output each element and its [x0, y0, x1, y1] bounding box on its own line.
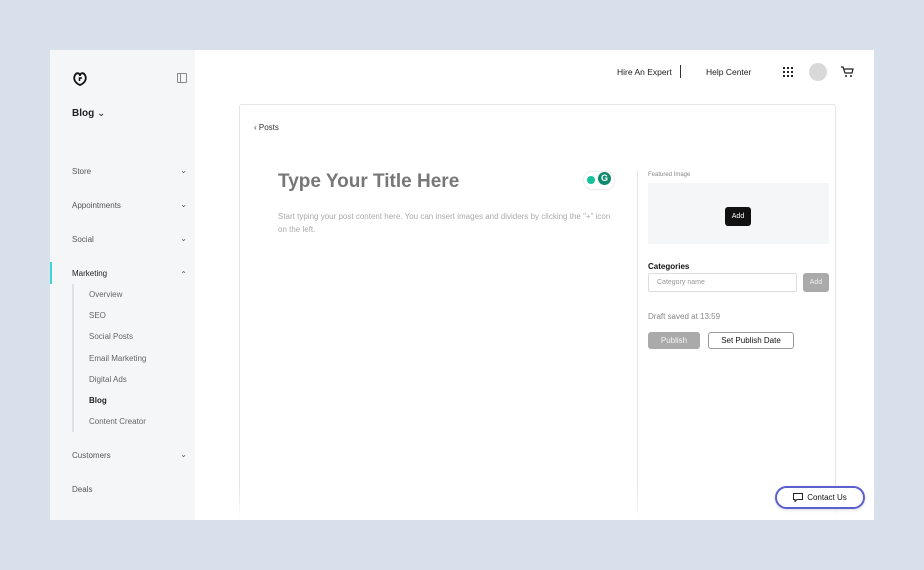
categories-label: Categories — [648, 262, 690, 271]
lightbulb-icon — [587, 176, 595, 184]
set-publish-date-button[interactable]: Set Publish Date — [708, 332, 794, 349]
sidebar-item-deals[interactable]: Deals — [72, 485, 187, 494]
label: Social — [72, 235, 94, 244]
godaddy-logo-icon[interactable] — [72, 71, 88, 87]
sidebar-item-appointments[interactable]: Appointments ⌄ — [72, 200, 187, 210]
chevron-down-icon: ⌄ — [180, 166, 187, 175]
divider — [680, 65, 681, 78]
sidebar-item-social[interactable]: Social ⌄ — [72, 234, 187, 244]
app-window: Blog ⌄ Store ⌄ Appointments ⌄ Social ⌄ Mark… — [50, 50, 874, 520]
label: Appointments — [72, 201, 121, 210]
back-to-posts-link[interactable]: ‹ Posts — [254, 123, 279, 132]
contact-us-button[interactable]: Contact Us — [775, 486, 865, 509]
sidebar-item-marketing[interactable]: Marketing ⌃ — [72, 269, 187, 279]
avatar[interactable] — [809, 63, 827, 81]
label: Contact Us — [807, 493, 847, 502]
publish-button[interactable]: Publish — [648, 332, 700, 349]
sidebar-subitem-social-posts[interactable]: Social Posts — [89, 332, 133, 341]
draft-status: Draft saved at 13:59 — [648, 312, 721, 321]
sidebar-subitem-content-creator[interactable]: Content Creator — [89, 417, 146, 426]
collapse-sidebar-icon[interactable] — [177, 73, 187, 83]
label: Store — [72, 167, 92, 176]
bottom-fade — [195, 490, 874, 520]
sidebar-item-customers[interactable]: Customers ⌄ — [72, 450, 187, 460]
grammarly-widget[interactable]: G — [584, 172, 614, 189]
title-input[interactable]: Type Your Title Here — [278, 171, 459, 193]
category-input[interactable]: Category name — [648, 273, 797, 292]
sidebar-subitem-digital-ads[interactable]: Digital Ads — [89, 375, 127, 384]
hire-expert-link[interactable]: Hire An Expert — [617, 67, 672, 77]
chat-icon — [793, 493, 804, 502]
chevron-down-icon: ⌄ — [180, 450, 187, 459]
featured-image-label: Featured Image — [648, 172, 691, 178]
grammarly-icon: G — [598, 172, 611, 185]
cart-icon[interactable] — [841, 66, 854, 78]
site-name: Blog — [72, 108, 95, 119]
sidebar-subitem-overview[interactable]: Overview — [89, 290, 122, 299]
chevron-down-icon: ⌄ — [180, 234, 187, 243]
site-selector[interactable]: Blog ⌄ — [72, 108, 105, 119]
label: Customers — [72, 451, 111, 460]
label: Deals — [72, 485, 93, 494]
submenu-line — [72, 284, 74, 432]
content-input[interactable]: Start typing your post content here. You… — [278, 210, 618, 236]
help-center-link[interactable]: Help Center — [706, 67, 751, 77]
editor-card — [239, 104, 836, 520]
panel-divider — [637, 170, 638, 520]
sidebar-subitem-email-marketing[interactable]: Email Marketing — [89, 354, 146, 363]
sidebar-subitem-blog[interactable]: Blog — [89, 396, 107, 405]
label: Posts — [258, 123, 279, 132]
chevron-up-icon: ⌃ — [180, 270, 187, 279]
active-indicator — [50, 262, 52, 284]
add-category-button[interactable]: Add — [803, 273, 829, 292]
sidebar-item-store[interactable]: Store ⌄ — [72, 166, 187, 176]
chevron-down-icon: ⌄ — [180, 200, 187, 209]
featured-image-dropzone[interactable]: Add — [648, 183, 829, 244]
label: Marketing — [72, 269, 108, 278]
sidebar-subitem-seo[interactable]: SEO — [89, 311, 106, 320]
add-featured-image-button[interactable]: Add — [725, 207, 751, 226]
apps-grid-icon[interactable] — [783, 67, 793, 77]
sidebar: Blog ⌄ Store ⌄ Appointments ⌄ Social ⌄ Mark… — [50, 50, 195, 520]
